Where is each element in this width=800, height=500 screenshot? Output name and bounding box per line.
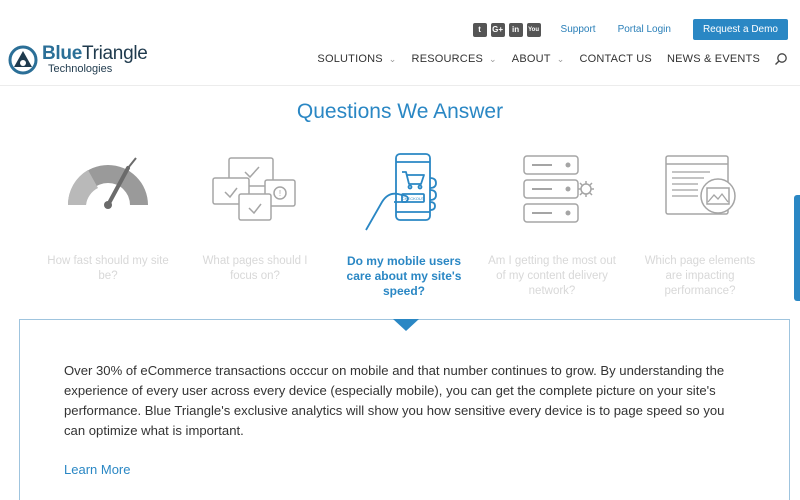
- nav-contact-us[interactable]: CONTACT US: [579, 53, 652, 65]
- chevron-down-icon: ⌄: [388, 53, 397, 64]
- question-tab-cdn[interactable]: Am I getting the most out of my content …: [487, 150, 617, 299]
- learn-more-link[interactable]: Learn More: [64, 462, 130, 477]
- nav-label: ABOUT: [511, 53, 551, 65]
- main-nav: SOLUTIONS ⌄ RESOURCES ⌄ ABOUT ⌄ CONTACT …: [302, 52, 788, 66]
- linkedin-icon[interactable]: in: [508, 22, 523, 37]
- question-tab-mobile[interactable]: CHECKOUT Do my mobile users care about m…: [339, 150, 469, 299]
- portal-login-link[interactable]: Portal Login: [618, 24, 671, 35]
- side-feedback-tab[interactable]: [794, 195, 800, 301]
- question-tab-page-elements[interactable]: Which page elements are impacting perfor…: [635, 150, 765, 299]
- nav-label: NEWS & EVENTS: [666, 53, 760, 65]
- nav-solutions[interactable]: SOLUTIONS ⌄: [317, 53, 396, 65]
- chevron-down-icon: ⌄: [556, 53, 565, 64]
- question-tab-pages[interactable]: ! What pages should I focus on?: [190, 150, 320, 284]
- pages-icon: !: [212, 157, 296, 221]
- request-demo-button[interactable]: Request a Demo: [692, 19, 788, 40]
- search-icon[interactable]: [774, 52, 788, 66]
- active-indicator-arrow: [393, 319, 419, 331]
- nav-news-events[interactable]: NEWS & EVENTS: [667, 53, 760, 65]
- server-stack-icon: [523, 155, 594, 223]
- nav-label: RESOURCES: [411, 53, 484, 65]
- google-plus-icon[interactable]: G+: [490, 22, 505, 37]
- nav-label: CONTACT US: [579, 53, 652, 65]
- nav-label: SOLUTIONS: [317, 53, 383, 65]
- social-links: t G+ in You: [472, 22, 541, 37]
- question-label: How fast should my site be?: [47, 255, 169, 282]
- question-label: Am I getting the most out of my content …: [488, 255, 616, 297]
- logo-brand-triangle: Triangle: [81, 43, 148, 64]
- answer-text: Over 30% of eCommerce transactions occcu…: [64, 363, 725, 438]
- support-link[interactable]: Support: [561, 24, 596, 35]
- twitter-icon[interactable]: t: [472, 22, 487, 37]
- question-label: What pages should I focus on?: [202, 255, 308, 282]
- question-label: Do my mobile users care about my site's …: [346, 254, 462, 298]
- nav-resources[interactable]: RESOURCES ⌄: [412, 53, 497, 65]
- page-elements-icon: [665, 155, 736, 215]
- chevron-down-icon: ⌄: [489, 53, 497, 64]
- speedometer-icon: [67, 157, 148, 209]
- nav-about[interactable]: ABOUT ⌄: [512, 53, 565, 65]
- svg-text:!: !: [279, 189, 281, 198]
- site-header: BlueTriangle Technologies t G+ in You Su…: [0, 0, 800, 86]
- youtube-icon[interactable]: You: [526, 22, 541, 37]
- logo-subtitle: Technologies: [48, 63, 113, 75]
- mobile-checkout-icon: CHECKOUT: [365, 153, 437, 231]
- logo-triangle-icon: [8, 45, 38, 74]
- logo[interactable]: BlueTriangle Technologies: [8, 44, 148, 75]
- checkout-text: CHECKOUT: [402, 196, 425, 201]
- question-label: Which page elements are impacting perfor…: [644, 255, 756, 297]
- question-tab-site-speed[interactable]: How fast should my site be?: [43, 150, 173, 284]
- utility-bar: t G+ in You Support Portal Login Request…: [472, 19, 788, 40]
- section-title: Questions We Answer: [296, 100, 504, 123]
- logo-brand-blue: Blue: [42, 43, 82, 64]
